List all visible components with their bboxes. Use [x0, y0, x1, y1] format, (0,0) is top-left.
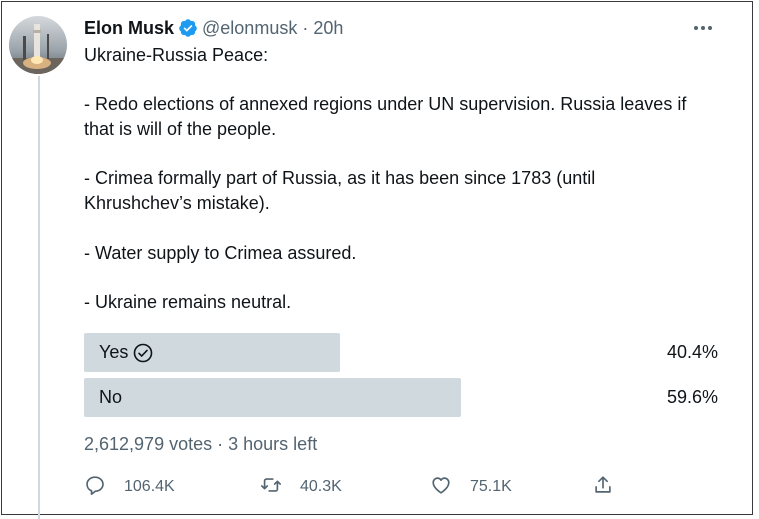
- retweet-icon: [260, 474, 282, 501]
- more-dots-icon[interactable]: [690, 16, 716, 40]
- tweet-line-gap: [84, 265, 724, 290]
- tweet-line: Ukraine-Russia Peace:: [84, 45, 269, 65]
- tweet-line: Khrushchev’s mistake).: [84, 193, 270, 214]
- like-button[interactable]: 75.1K: [430, 472, 512, 502]
- tweet-line-gap: [84, 216, 724, 241]
- tweet-line: - Crimea formally part of Russia, as it …: [84, 168, 596, 189]
- header-separator: ·: [302, 17, 309, 38]
- poll-bar-no: [84, 378, 461, 417]
- poll-option-label: Yes: [99, 333, 153, 372]
- thread-line: [38, 76, 40, 519]
- poll-option-text: No: [99, 387, 123, 407]
- like-icon: [430, 474, 452, 501]
- tweet-card: Elon Musk @elonmusk · 20h Ukraine-Russia…: [1, 1, 753, 519]
- tweet-timestamp[interactable]: 20h: [313, 18, 343, 39]
- poll-option-text: Yes: [99, 342, 129, 362]
- poll-meta-separator: ·: [217, 434, 224, 454]
- tweet-line-gap: [84, 142, 724, 167]
- reply-icon: [84, 474, 106, 501]
- tweet-line: that is will of the people.: [84, 119, 277, 140]
- check-circle-icon: [133, 343, 153, 363]
- poll-option-label: No: [99, 378, 122, 417]
- poll-percent: 40.4%: [666, 342, 718, 362]
- tweet-line-gap: [84, 68, 724, 93]
- reply-button[interactable]: 106.4K: [84, 472, 175, 502]
- poll-option-no[interactable]: No 59.6%: [84, 378, 718, 417]
- share-icon: [592, 474, 614, 501]
- tweet-line: - Redo elections of annexed regions unde…: [84, 94, 687, 115]
- poll-option-yes[interactable]: Yes 40.4%: [84, 333, 718, 372]
- tweet-header: Elon Musk @elonmusk · 20h: [84, 16, 343, 40]
- poll-meta: 2,612,979 votes · 3 hours left: [84, 434, 317, 455]
- reply-count: 106.4K: [124, 478, 175, 495]
- poll-votes: 2,612,979 votes: [84, 434, 213, 454]
- poll-percent: 59.6%: [666, 387, 718, 407]
- retweet-button[interactable]: 40.3K: [260, 472, 342, 502]
- author-handle[interactable]: @elonmusk: [202, 18, 297, 39]
- tweet-line: - Ukraine remains neutral.: [84, 291, 292, 312]
- share-button[interactable]: [592, 472, 614, 502]
- like-count: 75.1K: [470, 478, 512, 495]
- retweet-count: 40.3K: [300, 478, 342, 495]
- tweet-text: Ukraine-Russia Peace: - Redo elections o…: [84, 43, 724, 315]
- tweet-line: - Water supply to Crimea assured.: [84, 242, 357, 263]
- poll-time-left: 3 hours left: [228, 434, 318, 454]
- author-name[interactable]: Elon Musk: [84, 18, 174, 39]
- avatar[interactable]: [9, 16, 67, 74]
- verified-badge-icon: [178, 18, 198, 38]
- tweet-actions: 106.4K 40.3K 75.1K: [84, 472, 724, 502]
